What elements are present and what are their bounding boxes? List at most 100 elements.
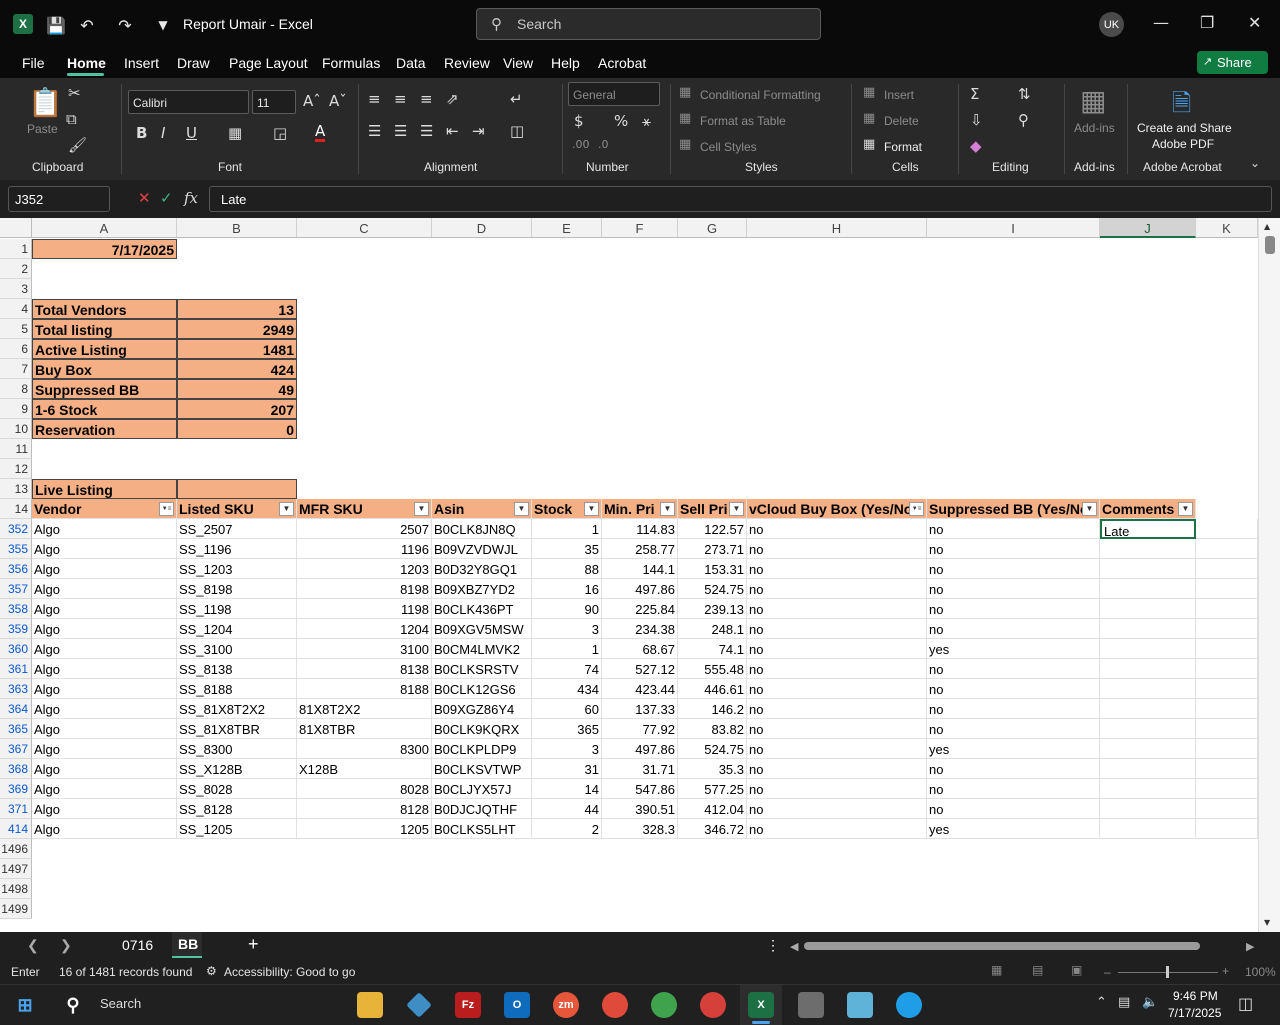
fill-icon[interactable]: ⇩ (970, 111, 983, 129)
table-cell-sku[interactable]: SS_8128 (177, 799, 297, 819)
row-header[interactable]: 13 (0, 479, 32, 499)
table-cell-min[interactable]: 225.84 (602, 599, 678, 619)
sheet-tab-0716[interactable]: 0716 (122, 937, 153, 953)
scroll-down-icon[interactable]: ▼ (1264, 918, 1270, 927)
table-cell-asin[interactable]: B0CLK8JN8Q (432, 519, 532, 539)
empty-cell[interactable] (1196, 719, 1258, 739)
row-header[interactable]: 9 (0, 399, 32, 419)
row-header[interactable]: 367 (0, 739, 32, 759)
table-cell-stock[interactable]: 88 (532, 559, 602, 579)
table-cell-mfr[interactable]: 8188 (297, 679, 432, 699)
app-icon-2[interactable] (847, 992, 873, 1018)
outlook-icon[interactable]: O (504, 992, 530, 1018)
table-cell-asin[interactable]: B0CLKS5LHT (432, 819, 532, 839)
zoom-app-icon[interactable]: zm (553, 992, 579, 1018)
summary-value[interactable]: 424 (177, 359, 297, 379)
align-right-icon[interactable]: ☰ (420, 122, 433, 140)
table-cell-asin[interactable]: B0CM4LMVK2 (432, 639, 532, 659)
table-cell-min[interactable]: 328.3 (602, 819, 678, 839)
table-cell-sell[interactable]: 83.82 (678, 719, 747, 739)
table-cell-supp[interactable]: no (927, 599, 1100, 619)
filter-dropdown-icon[interactable]: ▼ (584, 502, 599, 516)
menu-data[interactable]: Data (396, 55, 426, 71)
row-header[interactable]: 356 (0, 559, 32, 579)
filter-dropdown-icon[interactable]: ▼ (1082, 502, 1097, 516)
table-cell-sell[interactable]: 35.3 (678, 759, 747, 779)
taskbar-search-icon[interactable]: ⚲ (60, 992, 86, 1018)
row-header[interactable]: 7 (0, 359, 32, 379)
minimize-icon[interactable]: — (1153, 13, 1169, 32)
table-cell-sell[interactable]: 122.57 (678, 519, 747, 539)
menu-insert[interactable]: Insert (124, 55, 159, 71)
table-cell-asin[interactable]: B0CLKSVTWP (432, 759, 532, 779)
table-cell-stock[interactable]: 1 (532, 519, 602, 539)
format-as-table-button[interactable]: Format as Table (700, 114, 786, 128)
align-middle-icon[interactable]: ≡ (394, 90, 407, 108)
table-cell-asin[interactable]: B0D32Y8GQ1 (432, 559, 532, 579)
empty-cell[interactable] (1196, 519, 1258, 539)
table-cell-supp[interactable]: no (927, 799, 1100, 819)
wrap-text-icon[interactable]: ↵ (510, 90, 523, 108)
calculator-icon[interactable] (798, 992, 824, 1018)
summary-label[interactable]: Total Vendors (32, 299, 177, 319)
table-cell-asin[interactable]: B09XGZ86Y4 (432, 699, 532, 719)
decrease-indent-icon[interactable]: ⇤ (446, 122, 459, 140)
table-cell-vendor[interactable]: Algo (32, 659, 177, 679)
column-header-a[interactable]: A (32, 218, 177, 238)
underline-icon[interactable]: U (186, 124, 197, 142)
align-top-icon[interactable]: ≡ (368, 90, 381, 108)
table-cell-mfr[interactable]: 8028 (297, 779, 432, 799)
table-cell-sell[interactable]: 153.31 (678, 559, 747, 579)
font-name-select[interactable]: Calibri (128, 90, 249, 114)
table-cell-sell[interactable]: 577.25 (678, 779, 747, 799)
table-cell-bb[interactable]: no (747, 659, 927, 679)
table-cell-vendor[interactable]: Algo (32, 779, 177, 799)
align-left-icon[interactable]: ☰ (368, 122, 381, 140)
paste-icon[interactable]: 📋 (28, 86, 63, 119)
table-header[interactable]: Stock ▼ (532, 499, 602, 519)
table-cell-mfr[interactable]: 8300 (297, 739, 432, 759)
table-cell-supp[interactable]: no (927, 519, 1100, 539)
table-cell-vendor[interactable]: Algo (32, 599, 177, 619)
table-cell-mfr[interactable]: X128B (297, 759, 432, 779)
empty-cell[interactable] (1196, 559, 1258, 579)
table-cell-supp[interactable]: no (927, 679, 1100, 699)
table-cell-min[interactable]: 527.12 (602, 659, 678, 679)
table-cell-supp[interactable]: no (927, 539, 1100, 559)
filter-dropdown-icon[interactable]: ▼ (514, 502, 529, 516)
clock-time[interactable]: 9:46 PM (1173, 989, 1218, 1003)
table-cell-sku[interactable]: SS_8138 (177, 659, 297, 679)
menu-draw[interactable]: Draw (177, 55, 210, 71)
table-cell-stock[interactable]: 16 (532, 579, 602, 599)
table-cell-comment[interactable] (1100, 699, 1196, 719)
table-cell-comment[interactable] (1100, 779, 1196, 799)
table-cell-comment[interactable] (1100, 619, 1196, 639)
fill-color-icon[interactable]: ◲ (273, 124, 287, 142)
row-header[interactable]: 11 (0, 439, 32, 459)
row-header[interactable]: 1496 (0, 839, 32, 859)
table-cell-bb[interactable]: no (747, 639, 927, 659)
table-cell-sku[interactable]: SS_8188 (177, 679, 297, 699)
table-cell-bb[interactable]: no (747, 799, 927, 819)
table-cell-vendor[interactable]: Algo (32, 559, 177, 579)
column-header-h[interactable]: H (747, 218, 927, 238)
clear-icon[interactable]: ◆ (970, 137, 982, 155)
table-cell-stock[interactable]: 1 (532, 639, 602, 659)
table-cell-supp[interactable]: yes (927, 739, 1100, 759)
summary-label[interactable]: Reservation (32, 419, 177, 439)
table-cell-bb[interactable]: no (747, 719, 927, 739)
table-cell-mfr[interactable]: 81X8TBR (297, 719, 432, 739)
column-header-i[interactable]: I (927, 218, 1100, 238)
normal-view-icon[interactable]: ▦ (991, 963, 1002, 977)
network-icon[interactable]: ▤ (1118, 995, 1130, 1010)
table-cell-supp[interactable]: no (927, 719, 1100, 739)
table-cell-mfr[interactable]: 1203 (297, 559, 432, 579)
increase-decimal-icon[interactable]: .00 (572, 138, 590, 151)
table-cell-comment[interactable] (1100, 659, 1196, 679)
table-cell-bb[interactable]: no (747, 699, 927, 719)
table-cell-sell[interactable]: 239.13 (678, 599, 747, 619)
empty-cell[interactable] (1196, 739, 1258, 759)
table-header[interactable]: Vendor ▼≡ (32, 499, 177, 519)
summary-value[interactable]: 0 (177, 419, 297, 439)
restore-icon[interactable]: ❐ (1200, 13, 1214, 32)
